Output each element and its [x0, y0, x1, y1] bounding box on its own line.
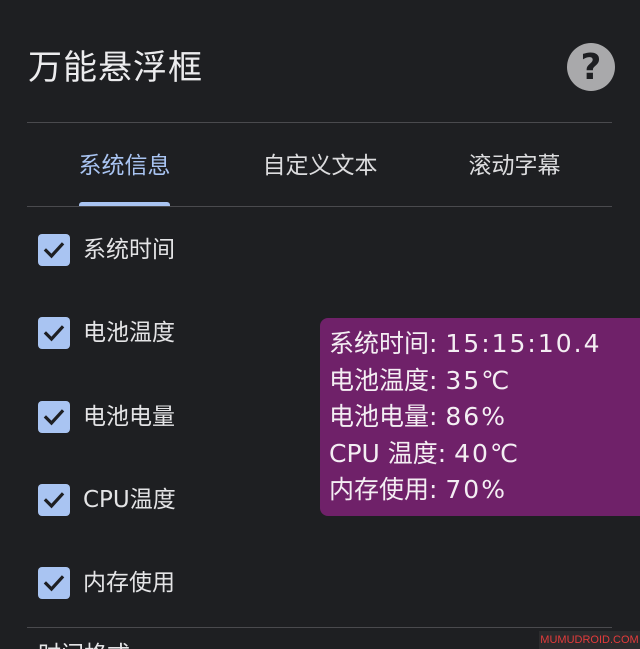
overlay-value: 35℃ [445, 365, 512, 395]
checkmark-icon [43, 492, 65, 509]
option-label: 电池电量 [83, 404, 175, 430]
tab-system-info[interactable]: 系统信息 [66, 146, 183, 186]
overlay-line-system-time: 系统时间: 15:15:10.4 [329, 326, 640, 363]
tab-custom-text[interactable]: 自定义文本 [250, 146, 390, 186]
help-circle-icon: ? [580, 46, 602, 88]
checkmark-icon [43, 242, 65, 259]
option-battery-level[interactable]: 电池电量 [38, 400, 175, 434]
help-button[interactable]: ? [567, 43, 615, 91]
overlay-line-cpu-temperature: CPU 温度: 40℃ [329, 436, 640, 473]
option-battery-temperature[interactable]: 电池温度 [38, 316, 175, 350]
overlay-line-battery-temperature: 电池温度: 35℃ [329, 363, 640, 400]
checkmark-icon [43, 575, 65, 592]
tabs-divider [27, 206, 612, 207]
option-label: CPU温度 [83, 487, 176, 513]
overlay-value: 70% [445, 475, 507, 504]
option-system-time[interactable]: 系统时间 [38, 233, 175, 267]
option-label: 内存使用 [83, 570, 175, 596]
overlay-value: 15:15:10.4 [445, 329, 602, 358]
option-label: 电池温度 [83, 320, 175, 346]
option-label: 系统时间 [83, 237, 175, 263]
overlay-label: 电池电量: [329, 402, 438, 431]
tab-scrolling-subtitle[interactable]: 滚动字幕 [456, 146, 573, 186]
overlay-line-battery-level: 电池电量: 86% [329, 399, 640, 436]
section-divider [27, 627, 612, 628]
checkmark-icon [43, 325, 65, 342]
battery-temperature-checkbox[interactable] [38, 317, 70, 349]
app-screen: 万能悬浮框 ? 系统信息 自定义文本 滚动字幕 系统时间 电池温度 电池电量 C… [0, 0, 640, 649]
overlay-value: 86% [445, 402, 507, 431]
option-cpu-temperature[interactable]: CPU温度 [38, 483, 176, 517]
overlay-label: 电池温度: [329, 365, 438, 395]
system-time-checkbox[interactable] [38, 234, 70, 266]
option-memory-usage[interactable]: 内存使用 [38, 566, 175, 600]
battery-level-checkbox[interactable] [38, 401, 70, 433]
checkmark-icon [43, 409, 65, 426]
overlay-label: 系统时间: [329, 329, 438, 358]
floating-overlay[interactable]: 系统时间: 15:15:10.4 电池温度: 35℃ 电池电量: 86% CPU… [320, 318, 640, 516]
overlay-label: 内存使用: [329, 475, 438, 504]
page-title: 万能悬浮框 [28, 48, 203, 88]
memory-usage-checkbox[interactable] [38, 567, 70, 599]
cpu-temperature-checkbox[interactable] [38, 484, 70, 516]
overlay-label: CPU 温度: [329, 438, 447, 468]
overlay-value: 40℃ [454, 438, 521, 468]
header-divider [27, 122, 612, 123]
time-format-heading: 时间格式 [38, 640, 130, 649]
watermark: MUMUDROID.COM [539, 631, 640, 649]
overlay-line-memory-usage: 内存使用: 70% [329, 472, 640, 509]
